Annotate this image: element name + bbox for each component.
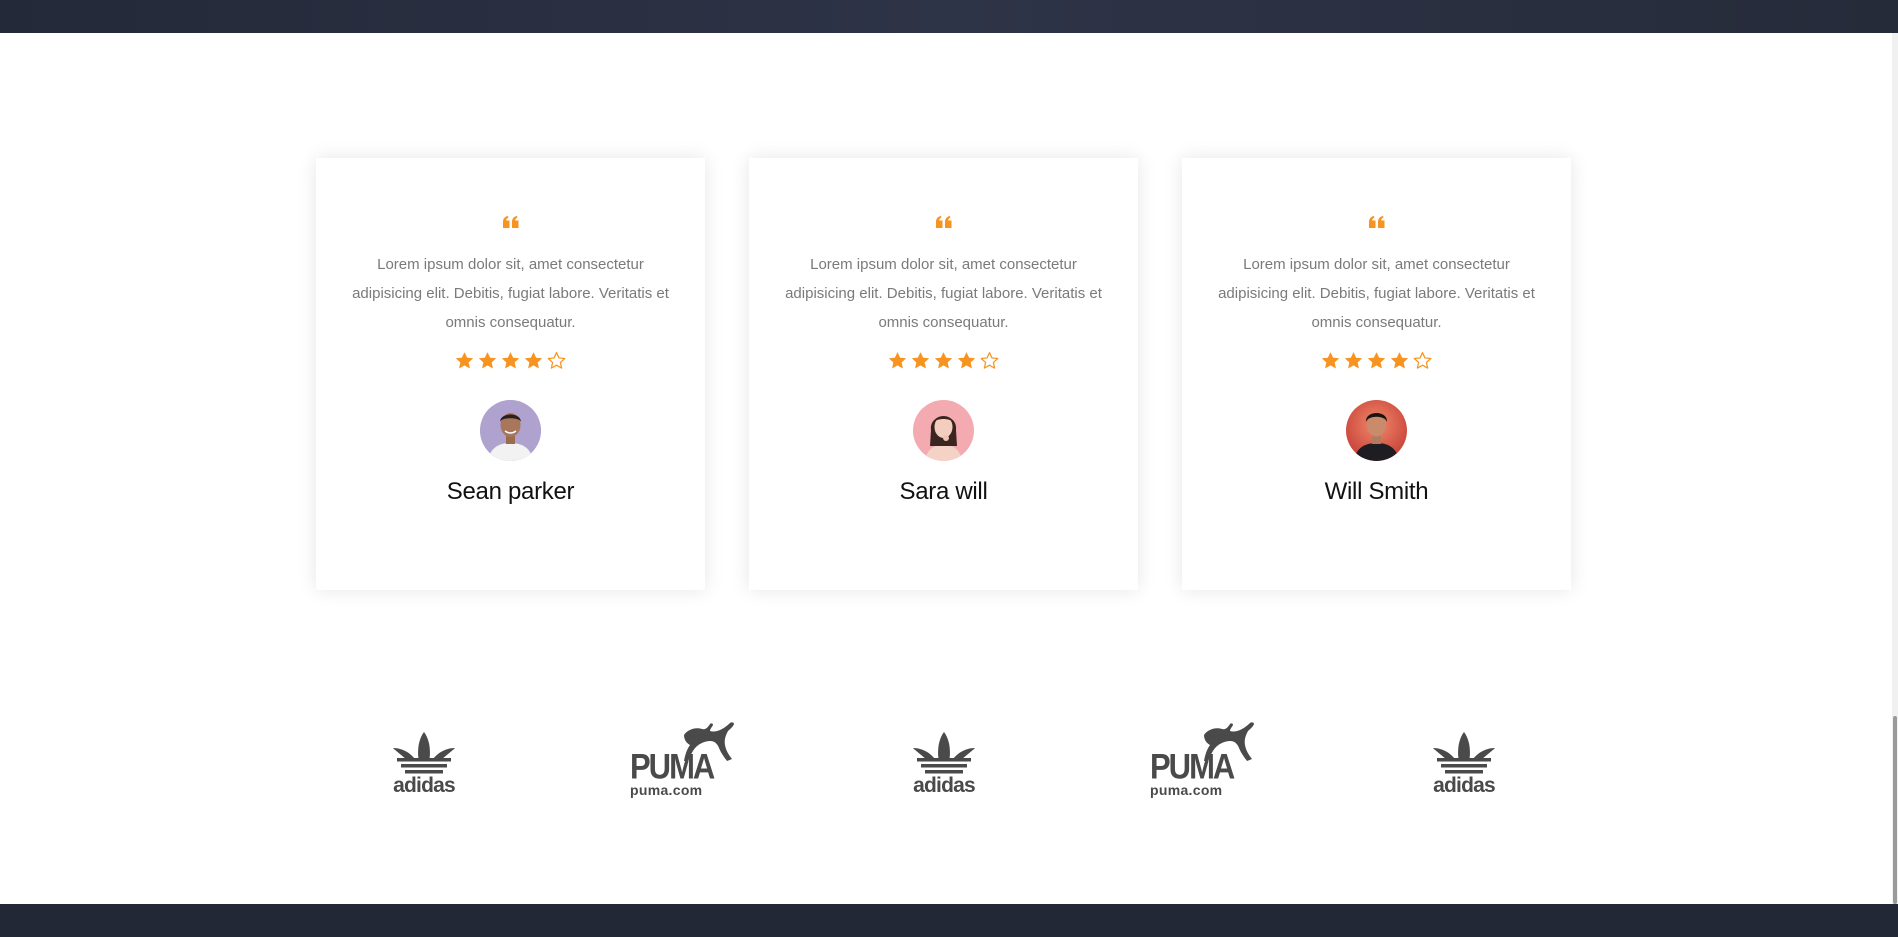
star-filled-icon: [911, 352, 930, 369]
avatar: [913, 400, 974, 461]
brand-label: adidas: [913, 774, 976, 797]
testimonials-section: Lorem ipsum dolor sit, amet consectetur …: [316, 158, 1571, 590]
page: Lorem ipsum dolor sit, amet consectetur …: [0, 0, 1898, 937]
star-filled-icon: [934, 352, 953, 369]
testimonial-name: Sara will: [899, 478, 988, 505]
quote-icon: [1367, 216, 1387, 232]
brand-logos: adidas PUMA puma.com adidas PUMA puma.co…: [0, 722, 1898, 798]
scrollbar[interactable]: [1892, 33, 1898, 904]
star-filled-icon: [1367, 352, 1386, 369]
adidas-logo[interactable]: adidas: [388, 723, 460, 798]
avatar: [480, 400, 541, 461]
header-bar: [0, 0, 1898, 33]
star-filled-icon: [1321, 352, 1340, 369]
star-filled-icon: [524, 352, 543, 369]
star-rating: [1321, 351, 1432, 370]
testimonial-card: Lorem ipsum dolor sit, amet consectetur …: [1182, 158, 1571, 590]
adidas-logo[interactable]: adidas: [1428, 723, 1500, 798]
adidas-logo[interactable]: adidas: [908, 723, 980, 798]
testimonial-card: Lorem ipsum dolor sit, amet consectetur …: [749, 158, 1138, 590]
star-filled-icon: [1390, 352, 1409, 369]
footer-bar: [0, 904, 1898, 937]
star-rating: [888, 351, 999, 370]
testimonial-name: Will Smith: [1324, 478, 1429, 505]
testimonial-text: Lorem ipsum dolor sit, amet consectetur …: [1218, 256, 1535, 331]
avatar: [1346, 400, 1407, 461]
scrollbar-thumb[interactable]: [1893, 716, 1897, 904]
star-filled-icon: [888, 352, 907, 369]
testimonial-text: Lorem ipsum dolor sit, amet consectetur …: [785, 256, 1102, 331]
star-empty-icon: [980, 351, 999, 369]
star-filled-icon: [957, 352, 976, 369]
testimonial-card: Lorem ipsum dolor sit, amet consectetur …: [316, 158, 705, 590]
brand-label: adidas: [393, 774, 456, 797]
testimonial-name: Sean parker: [446, 478, 575, 505]
puma-wordmark: PUMA: [630, 746, 715, 787]
star-rating: [455, 351, 566, 370]
star-empty-icon: [1413, 351, 1432, 369]
adidas-trefoil-icon: [1433, 732, 1495, 774]
star-filled-icon: [501, 352, 520, 369]
star-empty-icon: [547, 351, 566, 369]
testimonial-text: Lorem ipsum dolor sit, amet consectetur …: [352, 256, 669, 331]
quote-icon: [501, 216, 521, 232]
brand-label: adidas: [1433, 774, 1496, 797]
star-filled-icon: [1344, 352, 1363, 369]
puma-logo[interactable]: PUMA puma.com: [630, 722, 740, 798]
quote-icon: [934, 216, 954, 232]
puma-logo[interactable]: PUMA puma.com: [1150, 722, 1260, 798]
puma-wordmark: PUMA: [1150, 746, 1235, 787]
adidas-trefoil-icon: [913, 732, 975, 774]
star-filled-icon: [455, 352, 474, 369]
star-filled-icon: [478, 352, 497, 369]
adidas-trefoil-icon: [393, 732, 455, 774]
